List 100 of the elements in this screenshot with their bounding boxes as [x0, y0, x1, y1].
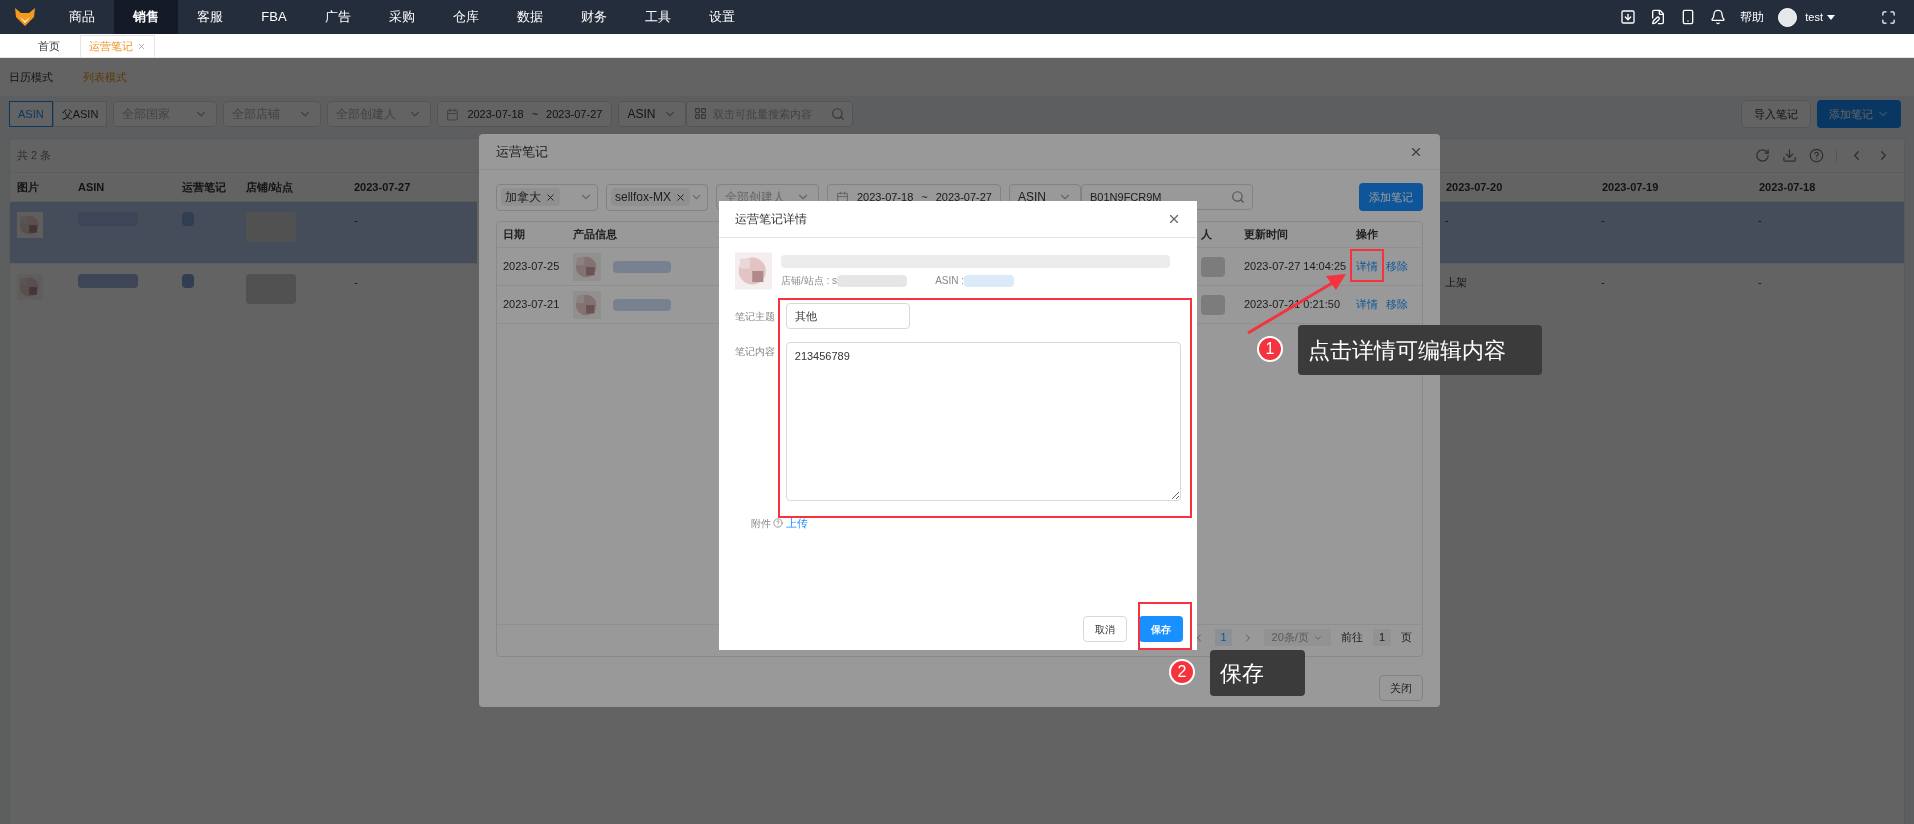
asin-label: ASIN : [935, 274, 965, 288]
highlight-frame [1138, 602, 1192, 650]
shop-select[interactable]: sellfox-MX [606, 183, 708, 211]
redacted-block [182, 274, 194, 288]
nav-tab[interactable]: 销售 [114, 0, 178, 34]
dialog-title: 运营笔记详情 [735, 211, 807, 228]
fox-logo-icon[interactable] [14, 8, 36, 26]
redacted-block [613, 298, 671, 311]
nav-tab[interactable]: 设置 [690, 0, 754, 34]
remove-icon[interactable] [675, 191, 686, 203]
column-header: 2023-07-27 [354, 179, 411, 195]
field-label: 笔记内容 [735, 345, 776, 359]
column-header: 2023-07-19 [1602, 179, 1659, 195]
caret-icon[interactable] [1827, 14, 1835, 20]
download-icon[interactable] [1620, 9, 1637, 25]
table-cell-text: - [1601, 275, 1605, 290]
redacted-block [613, 260, 671, 273]
calendar-icon [836, 190, 849, 204]
date-from: 2023-07-18 [857, 189, 914, 205]
column-header: 2023-07-20 [1446, 179, 1503, 195]
table-cell-text: - [354, 213, 358, 228]
user-name[interactable]: test [1805, 8, 1823, 26]
goto-page-field[interactable]: 1 [1372, 629, 1391, 646]
date-separator: ~ [531, 106, 539, 122]
column-header: 2023-07-18 [1759, 179, 1816, 195]
redacted-block [1201, 256, 1225, 277]
nav-tab[interactable]: 数据 [498, 0, 562, 34]
field-label: 笔记主题 [735, 309, 776, 324]
cancel-button[interactable]: 取消 [1083, 616, 1127, 642]
close-icon[interactable] [1167, 212, 1181, 226]
column-header: ASIN [78, 179, 105, 195]
avatar[interactable] [1778, 7, 1798, 27]
column-header: 店铺/站点 [246, 179, 294, 195]
table-cell-text: 2023-07-25 [503, 259, 561, 275]
nav-tab[interactable]: 工具 [626, 0, 690, 34]
page-tab[interactable]: 首页 [30, 35, 68, 57]
nav-tab[interactable]: 采购 [370, 0, 434, 34]
action-link[interactable]: 详情 [1356, 258, 1378, 275]
callout-label: 点击详情可编辑内容 [1298, 325, 1542, 375]
table-cell-text: 2023-07-27 14:04:25 [1244, 259, 1348, 275]
date-from: 2023-07-18 [467, 106, 524, 122]
nav-tab[interactable]: 客服 [178, 0, 242, 34]
nav-tab[interactable]: 仓库 [434, 0, 498, 34]
nav-tab[interactable]: 商品 [50, 0, 114, 34]
column-header: 操作 [1356, 227, 1379, 243]
column-header: 人 [1201, 227, 1213, 243]
date-separator: ~ [921, 189, 928, 205]
add-note-button[interactable]: 添加笔记 [1359, 183, 1423, 211]
import-notes-button[interactable]: 导入笔记 [1741, 100, 1811, 128]
action-link[interactable]: 移除 [1386, 296, 1408, 313]
callout-label: 保存 [1210, 650, 1305, 696]
goto-label: 前往 [1340, 630, 1363, 646]
view-mode-tab[interactable]: 日历模式 [9, 68, 53, 86]
help-icon[interactable] [1809, 148, 1824, 163]
date-range-field[interactable]: 2023-07-18 ~ 2023-07-27 [437, 101, 613, 127]
redacted-block [964, 274, 1015, 287]
action-link[interactable]: 移除 [1386, 258, 1408, 275]
pages-suffix: 页 [1401, 630, 1412, 646]
note-content-field[interactable]: 213456789 [785, 342, 1181, 501]
table-cell-text: - [1601, 213, 1605, 228]
bell-icon[interactable] [1710, 9, 1727, 25]
redacted-block [837, 274, 908, 287]
table-cell-text: 上架 [1445, 275, 1467, 290]
nav-tab[interactable]: 广告 [306, 0, 370, 34]
table-cell-text: 2023-07-21 [503, 297, 561, 313]
field-label: 附件 [751, 516, 771, 531]
filter-tag[interactable]: sellfox-MX [611, 188, 690, 206]
column-header: 产品信息 [573, 227, 618, 243]
redacted-block [78, 274, 138, 288]
redacted-block [1201, 294, 1225, 315]
nav-tab[interactable]: FBA [242, 0, 306, 34]
remove-icon[interactable] [545, 191, 556, 203]
table-cell-text: - [354, 275, 358, 290]
search-type-dropdown[interactable]: ASIN [618, 101, 687, 127]
column-header: 运营笔记 [182, 179, 226, 195]
asin-toggle[interactable]: 父ASIN [52, 101, 108, 127]
grid-icon[interactable] [694, 107, 708, 120]
fullscreen-icon[interactable] [1881, 9, 1896, 25]
country-select[interactable]: 加拿大 [496, 183, 598, 211]
filter-tag[interactable]: 加拿大 [501, 188, 560, 206]
save-button[interactable]: 保存 [1139, 616, 1183, 642]
refresh-icon[interactable] [1755, 148, 1770, 163]
column-header: 日期 [503, 227, 526, 243]
search-icon[interactable] [1231, 190, 1245, 204]
upload-link[interactable]: 上传 [786, 515, 808, 532]
dialog-title: 运营笔记 [496, 142, 548, 161]
date-to: 2023-07-27 [546, 106, 603, 122]
document-edit-icon[interactable] [1650, 9, 1667, 25]
nav-tab[interactable]: 财务 [562, 0, 626, 34]
highlight-frame [1350, 249, 1384, 282]
date-to: 2023-07-27 [935, 189, 992, 205]
table-cell-text: - [1758, 213, 1762, 228]
close-button[interactable]: 关闭 [1379, 675, 1423, 701]
table-cell-text: - [1758, 275, 1762, 290]
action-link[interactable]: 详情 [1356, 296, 1378, 313]
table-cell-text: - [1445, 213, 1449, 228]
note-subject-field[interactable]: 其他 [786, 303, 910, 329]
help-link[interactable]: 帮助 [1740, 8, 1765, 26]
shop-label: 店铺/站点 : s [781, 274, 838, 288]
calendar-icon [446, 107, 460, 121]
